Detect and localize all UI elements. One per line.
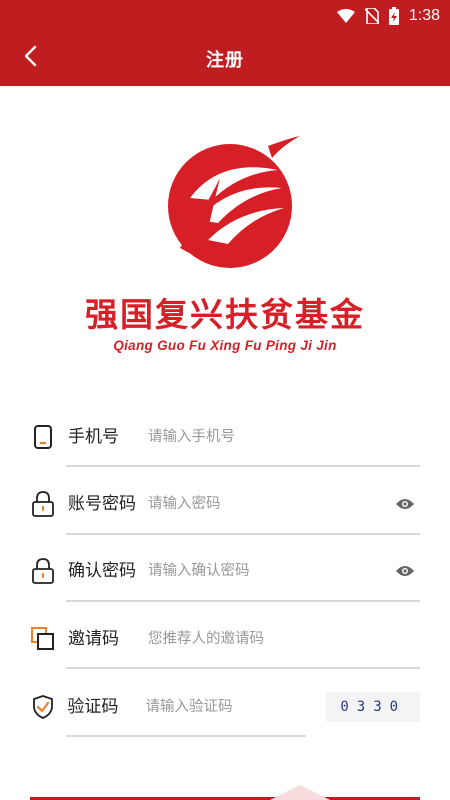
phone-label: 手机号	[68, 427, 119, 447]
password-input[interactable]	[140, 489, 390, 519]
verify-code-input[interactable]	[137, 692, 327, 722]
phone-row: 手机号	[30, 422, 420, 452]
chevron-left-icon	[23, 45, 37, 71]
shield-check-icon	[30, 692, 55, 722]
no-sim-icon	[364, 8, 379, 24]
confirm-password-divider	[66, 600, 420, 602]
phone-input[interactable]	[140, 422, 420, 452]
verify-code-divider	[66, 735, 306, 737]
verify-code-label: 验证码	[67, 697, 119, 717]
invite-code-row: 邀请码	[30, 624, 420, 654]
register-button-edge[interactable]	[0, 785, 450, 800]
page-title: 注册	[206, 50, 244, 71]
brand-logo-section: 强国复兴扶贫基金 Qiang Guo Fu Xing Fu Ping Ji Ji…	[0, 128, 450, 358]
invite-code-input[interactable]	[140, 624, 420, 654]
lock-icon	[30, 489, 56, 519]
status-bar: 1:38	[0, 0, 450, 32]
eye-icon[interactable]	[390, 564, 420, 578]
phone-icon	[30, 422, 56, 452]
status-time: 1:38	[408, 7, 440, 24]
brand-logo-icon	[168, 136, 300, 268]
app-header: 注册	[0, 32, 450, 86]
eye-icon[interactable]	[390, 497, 420, 511]
confirm-password-label: 确认密码	[68, 561, 136, 581]
verify-code-row: 验证码 0330	[30, 692, 420, 722]
back-button[interactable]	[14, 42, 46, 74]
confirm-password-row: 确认密码	[30, 545, 420, 597]
lock-icon	[30, 556, 56, 586]
password-row: 账号密码	[30, 478, 420, 530]
copy-icon	[30, 624, 56, 654]
invite-code-divider	[66, 667, 420, 669]
captcha-image[interactable]: 0330	[326, 692, 420, 722]
battery-charging-icon	[388, 7, 399, 25]
wifi-icon	[336, 9, 355, 23]
confirm-password-input[interactable]	[140, 556, 390, 586]
brand-name-cn: 强国复兴扶贫基金	[85, 295, 365, 334]
brand-name-en: Qiang Guo Fu Xing Fu Ping Ji Jin	[113, 338, 337, 353]
phone-divider	[66, 465, 420, 467]
password-divider	[66, 533, 420, 535]
password-label: 账号密码	[68, 494, 136, 514]
invite-code-label: 邀请码	[68, 629, 119, 649]
